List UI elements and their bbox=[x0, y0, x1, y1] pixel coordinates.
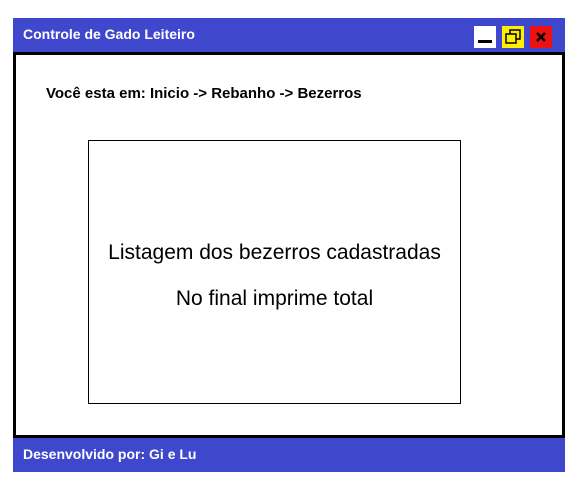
listing-title: Listagem dos bezerros cadastradas bbox=[108, 241, 441, 264]
footer-credits: Desenvolvido por: Gi e Lu bbox=[23, 446, 197, 462]
minimize-button[interactable] bbox=[474, 26, 496, 48]
footer-bar: Desenvolvido por: Gi e Lu bbox=[13, 438, 565, 472]
restore-button[interactable] bbox=[502, 26, 524, 48]
close-icon bbox=[536, 32, 546, 42]
breadcrumb: Você esta em: Inicio -> Rebanho -> Bezer… bbox=[46, 85, 362, 102]
minimize-icon bbox=[478, 40, 492, 43]
window-title: Controle de Gado Leiteiro bbox=[23, 26, 195, 42]
content-area: Você esta em: Inicio -> Rebanho -> Bezer… bbox=[13, 52, 565, 438]
close-button[interactable] bbox=[530, 26, 552, 48]
listing-total-note: No final imprime total bbox=[175, 287, 374, 310]
calves-listing-panel: Listagem dos bezerros cadastradas No fin… bbox=[88, 140, 461, 404]
title-bar: Controle de Gado Leiteiro bbox=[13, 18, 565, 52]
restore-icon bbox=[505, 29, 521, 44]
app-window: Controle de Gado Leiteiro Você esta em: … bbox=[13, 18, 565, 472]
